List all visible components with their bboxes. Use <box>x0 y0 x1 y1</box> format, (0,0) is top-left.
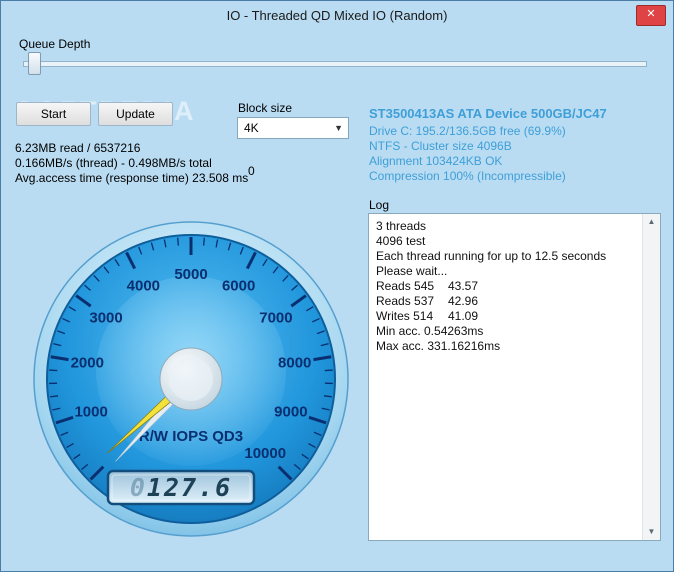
log-line: Reads 537 42.96 <box>376 294 479 308</box>
stats-block: 6.23MB read / 6537216 0.166MB/s (thread)… <box>15 141 248 186</box>
svg-text:8000: 8000 <box>278 355 311 372</box>
drive-info-line: Alignment 103424KB OK <box>369 154 503 168</box>
svg-text:9000: 9000 <box>274 403 307 420</box>
log-line: Reads 545 43.57 <box>376 279 479 293</box>
slider-thumb[interactable] <box>28 52 41 75</box>
counter-value: 0 <box>248 164 255 178</box>
svg-text:3000: 3000 <box>89 309 122 326</box>
log-line: Writes 514 41.09 <box>376 309 479 323</box>
drive-info-panel: ST3500413AS ATA Device 500GB/JC47 Drive … <box>369 106 607 184</box>
log-scrollbar[interactable]: ▲ ▼ <box>642 214 660 540</box>
drive-info-lines: Drive C: 195.2/136.5GB free (69.9%) NTFS … <box>369 124 607 184</box>
svg-text:1000: 1000 <box>74 403 107 420</box>
gauge-hub-inner <box>169 357 213 401</box>
stats-read-line: 6.23MB read / 6537216 <box>15 141 141 155</box>
title-bar[interactable]: IO - Threaded QD Mixed IO (Random) <box>1 1 673 31</box>
drive-info-line: Compression 100% (Incompressible) <box>369 169 566 183</box>
start-button[interactable]: Start <box>16 102 91 126</box>
scroll-up-icon[interactable]: ▲ <box>643 214 660 230</box>
log-content: 3 threads 4096 test Each thread running fo… <box>376 219 640 354</box>
log-label: Log <box>369 198 390 212</box>
svg-text:6000: 6000 <box>222 277 255 294</box>
log-line: 3 threads <box>376 219 427 233</box>
svg-text:2000: 2000 <box>71 355 104 372</box>
stats-access-line: Avg.access time (response time) 23.508 m… <box>15 171 249 185</box>
log-line: Please wait... <box>376 264 448 278</box>
svg-text:5000: 5000 <box>174 266 207 283</box>
log-line: Each thread running for up to 12.5 secon… <box>376 249 607 263</box>
scroll-down-icon[interactable]: ▼ <box>643 524 660 540</box>
gauge-title: R/W IOPS QD3 <box>139 428 243 445</box>
queue-depth-label: Queue Depth <box>19 37 91 51</box>
drive-info-line: Drive C: 195.2/136.5GB free (69.9%) <box>369 124 566 138</box>
update-button[interactable]: Update <box>98 102 173 126</box>
log-box[interactable]: 3 threads 4096 test Each thread running fo… <box>368 213 661 541</box>
gauge-lcd-display: 0127.6 <box>106 469 256 506</box>
lcd-value: 127.6 <box>147 473 232 502</box>
close-button[interactable]: ✕ <box>636 5 666 26</box>
block-size-select[interactable]: 4K ▼ <box>237 117 349 139</box>
drive-info-line: NTFS - Cluster size 4096B <box>369 139 512 153</box>
svg-text:4000: 4000 <box>127 277 160 294</box>
block-size-value: 4K <box>244 121 259 135</box>
stats-speed-line: 0.166MB/s (thread) - 0.498MB/s total <box>15 156 212 170</box>
slider-track[interactable] <box>23 61 647 67</box>
gauge-svg: 1000 2000 3000 4000 5000 60007000 8000 9000 1000… <box>33 221 349 537</box>
svg-text:10000: 10000 <box>244 445 286 462</box>
window-title: IO - Threaded QD Mixed IO (Random) <box>226 8 448 23</box>
lcd-ghost-digit: 0 <box>130 473 147 502</box>
svg-text:0127.6: 0127.6 <box>130 473 232 502</box>
drive-model: ST3500413AS ATA Device 500GB/JC47 <box>369 106 607 121</box>
chevron-down-icon: ▼ <box>334 123 343 133</box>
close-icon: ✕ <box>646 8 656 20</box>
block-size-label: Block size <box>238 101 293 115</box>
app-window: IO - Threaded QD Mixed IO (Random) ✕ Que… <box>0 0 674 572</box>
log-line: Max acc. 331.16216ms <box>376 339 501 353</box>
queue-depth-slider[interactable] <box>23 51 647 77</box>
iops-gauge: 1000 2000 3000 4000 5000 6000 7000 8000 9000 1000… <box>26 211 356 556</box>
svg-text:7000: 7000 <box>259 309 292 326</box>
log-line: Min acc. 0.54263ms <box>376 324 484 338</box>
log-line: 4096 test <box>376 234 426 248</box>
